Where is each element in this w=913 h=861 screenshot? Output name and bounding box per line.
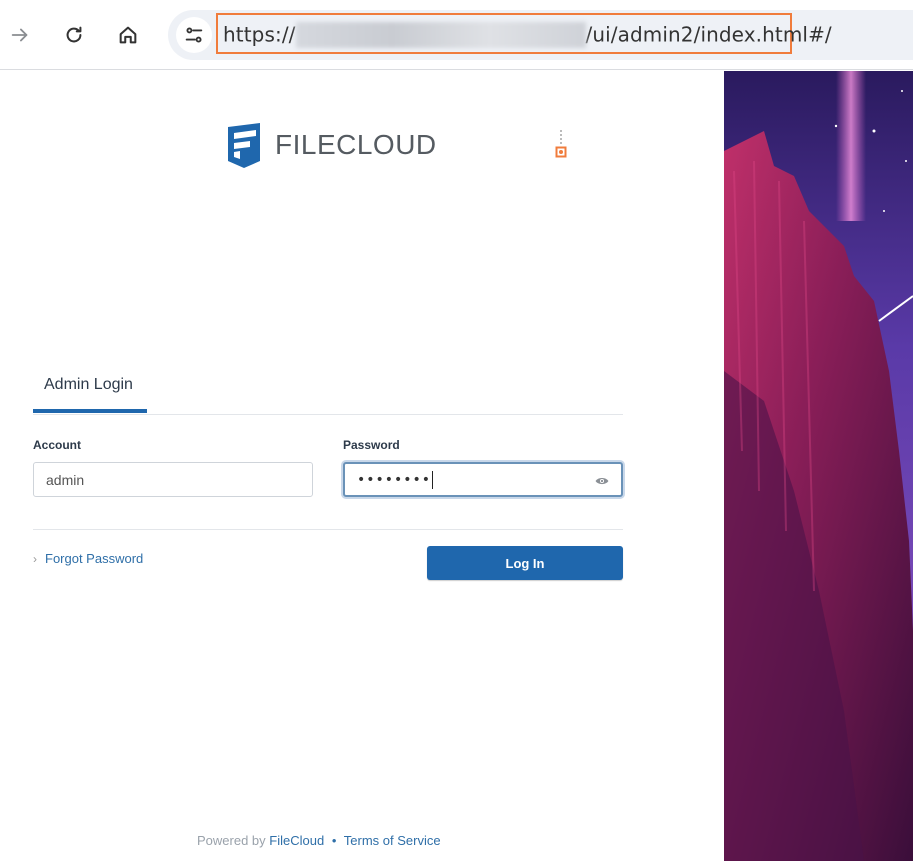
url-prefix: https:// bbox=[223, 22, 296, 47]
url-path: /ui/admin2/index.html#/ bbox=[585, 22, 832, 47]
forward-icon[interactable] bbox=[2, 17, 38, 53]
site-info-icon[interactable] bbox=[176, 17, 212, 53]
text-caret bbox=[432, 470, 434, 489]
tab-divider bbox=[33, 414, 623, 415]
login-button[interactable]: Log In bbox=[427, 546, 623, 580]
account-value: admin bbox=[46, 471, 85, 488]
tab-admin-login-label: Admin Login bbox=[44, 376, 133, 393]
logo-text-cloud: CLOUD bbox=[336, 129, 437, 160]
forgot-password-link[interactable]: › Forgot Password bbox=[33, 551, 143, 566]
form-divider bbox=[33, 529, 623, 530]
password-mask: •••••••• bbox=[357, 471, 432, 488]
filecloud-logo-icon bbox=[228, 123, 260, 168]
powered-by-text: Powered by bbox=[197, 833, 266, 848]
terms-of-service-link[interactable]: Terms of Service bbox=[344, 833, 441, 848]
redacted-host bbox=[295, 21, 586, 48]
browser-toolbar: https:// /ui/admin2/index.html#/ bbox=[0, 0, 913, 70]
account-label: Account bbox=[33, 438, 81, 452]
account-input[interactable]: admin bbox=[33, 462, 313, 497]
footer-separator: • bbox=[331, 833, 337, 848]
filecloud-logo: FILECLOUD bbox=[226, 121, 437, 169]
url-text[interactable]: https:// /ui/admin2/index.html#/ bbox=[223, 21, 832, 48]
tab-active-indicator bbox=[33, 409, 147, 413]
logo-wordmark: FILECLOUD bbox=[275, 129, 437, 161]
chevron-right-icon: › bbox=[33, 551, 37, 566]
home-icon[interactable] bbox=[110, 17, 146, 53]
login-panel: FILECLOUD Admin Login Account admin Pass… bbox=[0, 71, 724, 861]
address-bar[interactable]: https:// /ui/admin2/index.html#/ bbox=[168, 10, 913, 60]
forgot-password-label: Forgot Password bbox=[45, 551, 144, 566]
reload-icon[interactable] bbox=[56, 17, 92, 53]
logo-text-file: FILE bbox=[275, 129, 337, 160]
background-image bbox=[724, 71, 913, 861]
eye-icon[interactable] bbox=[595, 474, 609, 490]
cursor-marker-icon bbox=[555, 130, 567, 158]
footer: Powered by FileCloud • Terms of Service bbox=[197, 833, 441, 848]
filecloud-link[interactable]: FileCloud bbox=[269, 833, 324, 848]
password-label: Password bbox=[343, 438, 400, 452]
password-input[interactable]: •••••••• bbox=[343, 462, 623, 497]
